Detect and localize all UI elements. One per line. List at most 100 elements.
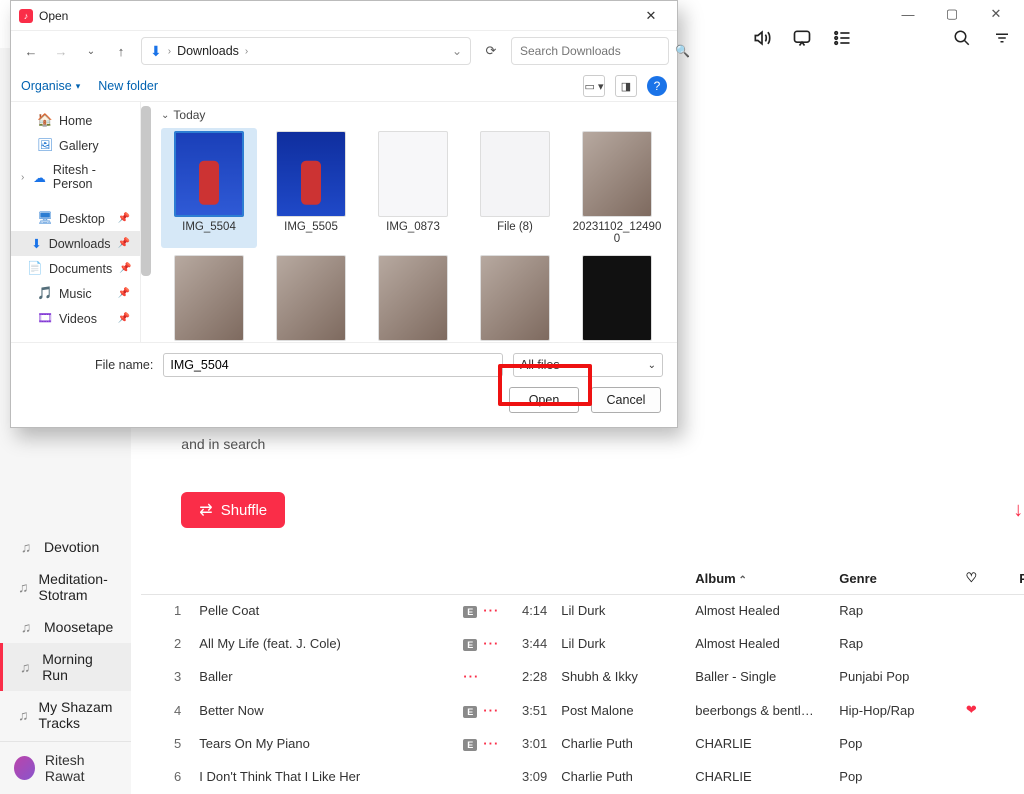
chat-icon[interactable] xyxy=(792,28,812,48)
file-item[interactable]: 20231102_124922 xyxy=(161,252,257,342)
track-flags: ··· xyxy=(463,669,503,684)
sidebar-item-playlist[interactable]: ♫Morning Run xyxy=(0,643,131,691)
file-thumbnail xyxy=(378,131,448,217)
help-button[interactable]: ? xyxy=(647,76,667,96)
nav-recent-dropdown[interactable]: ⌄ xyxy=(79,39,103,63)
track-album: Almost Healed xyxy=(695,603,835,618)
file-list-pane: ⌄ Today IMG_5504IMG_5505IMG_0873File (8)… xyxy=(141,102,677,342)
table-row[interactable]: 3 Baller ··· 2:28 Shubh & Ikky Baller - … xyxy=(141,661,1024,694)
sidebar-pinned-item[interactable]: 🖥Desktop📌 xyxy=(11,206,140,231)
track-genre: Hip-Hop/Rap xyxy=(839,703,949,718)
breadcrumb[interactable]: ⬇ › Downloads › ⌄ xyxy=(141,37,471,65)
row-more-button[interactable]: ··· xyxy=(483,736,499,751)
pin-icon: 📌 xyxy=(118,213,130,224)
nav-up-button[interactable]: ↑ xyxy=(109,39,133,63)
table-row[interactable]: 5 Tears On My Piano E··· 3:01 Charlie Pu… xyxy=(141,728,1024,761)
table-row[interactable]: 1 Pelle Coat E··· 4:14 Lil Durk Almost H… xyxy=(141,595,1024,628)
sidebar-pinned-item[interactable]: 🎵Music📌 xyxy=(11,281,140,306)
row-more-button[interactable]: ··· xyxy=(483,703,499,718)
col-header-fav[interactable]: ♡ xyxy=(953,570,989,586)
search-input[interactable] xyxy=(520,44,675,58)
sidebar-item-playlist[interactable]: ♫Moosetape xyxy=(0,611,131,643)
track-flags: E··· xyxy=(463,736,503,751)
filename-input[interactable] xyxy=(163,353,503,377)
playlist-icon: ♫ xyxy=(18,579,29,595)
download-icon[interactable]: ↓ xyxy=(1013,499,1023,522)
preview-pane-button[interactable]: ◨ xyxy=(615,75,637,97)
window-maximize-button[interactable]: ▢ xyxy=(930,0,974,28)
table-row[interactable]: 2 All My Life (feat. J. Cole) E··· 3:44 … xyxy=(141,628,1024,661)
row-more-button[interactable]: ··· xyxy=(483,636,499,651)
chevron-down-icon[interactable]: ⌄ xyxy=(452,44,462,58)
sidebar-item-playlist[interactable]: ♫Devotion xyxy=(0,531,131,563)
view-mode-button[interactable]: ▭ ▾ xyxy=(583,75,605,97)
track-number: 2 xyxy=(145,636,195,651)
explicit-badge: E xyxy=(463,639,477,651)
sidebar-item-playlist[interactable]: ♫ My Shazam Tracks xyxy=(0,691,131,739)
folder-icon: 🎵 xyxy=(38,286,52,301)
list-icon[interactable] xyxy=(832,28,852,48)
sidebar-quick-item[interactable]: 🏠Home xyxy=(11,108,140,133)
downloads-icon: ⬇ xyxy=(150,43,162,60)
scrollbar[interactable] xyxy=(141,106,151,276)
new-folder-button[interactable]: New folder xyxy=(98,79,158,93)
playlist-label: Devotion xyxy=(44,539,99,555)
row-more-button[interactable]: ··· xyxy=(463,669,479,684)
file-item[interactable]: IMG_0870 xyxy=(569,252,665,342)
folder-icon: ⬇ xyxy=(31,236,41,251)
sidebar-pinned-item[interactable]: 🎞Videos📌 xyxy=(11,306,140,331)
file-item[interactable]: File (8) xyxy=(467,128,563,248)
file-label: 20231102_124900 xyxy=(572,221,662,245)
file-type-filter[interactable]: All files ⌄ xyxy=(513,353,663,377)
sidebar-item-playlist[interactable]: ♫Meditation-Stotram xyxy=(0,563,131,611)
table-row[interactable]: 4 Better Now E··· 3:51 Post Malone beerb… xyxy=(141,694,1024,728)
file-item[interactable]: IMG_5505 xyxy=(263,128,359,248)
organise-menu[interactable]: Organise ▾ xyxy=(21,79,80,93)
playlist-label: My Shazam Tracks xyxy=(39,699,114,731)
file-item[interactable]: 20231102_124945 xyxy=(467,252,563,342)
playlist-icon: ♫ xyxy=(18,707,29,723)
sidebar-pinned-item[interactable]: 📄Documents📌 xyxy=(11,256,140,281)
file-item[interactable]: IMG_5504 xyxy=(161,128,257,248)
shuffle-button[interactable]: ⇄ Shuffle xyxy=(181,492,285,528)
track-album: Baller - Single xyxy=(695,669,835,684)
col-header-genre[interactable]: Genre xyxy=(839,571,949,586)
table-row[interactable]: 6 I Don't Think That I Like Her 3:09 Cha… xyxy=(141,761,1024,794)
volume-icon[interactable] xyxy=(752,28,772,48)
window-minimize-button[interactable]: — xyxy=(886,0,930,28)
row-more-button[interactable]: ··· xyxy=(483,603,499,618)
sidebar-pinned-item[interactable]: ⬇Downloads📌 xyxy=(11,231,140,256)
track-number: 5 xyxy=(145,736,195,751)
track-title: Better Now xyxy=(199,703,459,718)
file-item[interactable]: 20231102_124900 xyxy=(569,128,665,248)
track-number: 4 xyxy=(145,703,195,718)
refresh-button[interactable]: ⟳ xyxy=(477,37,505,65)
cancel-button[interactable]: Cancel xyxy=(591,387,661,413)
user-account-row[interactable]: Ritesh Rawat xyxy=(0,741,131,794)
sidebar-item-label: Desktop xyxy=(59,212,105,226)
dialog-toolbar: Organise ▾ New folder ▭ ▾ ◨ ? xyxy=(11,71,677,101)
file-item[interactable]: 20231102_124942 xyxy=(263,252,359,342)
col-header-album[interactable]: Album xyxy=(695,571,835,586)
open-button[interactable]: Open xyxy=(509,387,579,413)
file-group-heading[interactable]: ⌄ Today xyxy=(147,106,671,128)
col-header-plays[interactable]: Plays xyxy=(993,571,1024,586)
track-title: Pelle Coat xyxy=(199,603,459,618)
search-icon[interactable] xyxy=(952,28,972,48)
nav-forward-button[interactable]: → xyxy=(49,39,73,63)
track-plays: 3 xyxy=(993,703,1024,718)
sidebar-quick-item[interactable]: 🖼Gallery xyxy=(11,133,140,158)
dialog-close-button[interactable]: ✕ xyxy=(631,3,671,29)
sidebar-quick-item[interactable]: ›☁Ritesh - Person xyxy=(11,158,140,196)
filter-icon[interactable] xyxy=(992,28,1012,48)
track-fav[interactable]: ❤ xyxy=(953,702,989,718)
file-item[interactable]: IMG_0873 xyxy=(365,128,461,248)
sidebar-item-label: Videos xyxy=(59,312,97,326)
pin-icon: 📌 xyxy=(118,313,130,324)
file-item[interactable]: 20231102_124945(0) xyxy=(365,252,461,342)
nav-back-button[interactable]: ← xyxy=(19,39,43,63)
dialog-search-field[interactable]: 🔍 xyxy=(511,37,669,65)
breadcrumb-segment[interactable]: Downloads xyxy=(177,44,239,58)
window-close-button[interactable]: ✕ xyxy=(974,0,1018,28)
file-thumbnail xyxy=(174,255,244,341)
